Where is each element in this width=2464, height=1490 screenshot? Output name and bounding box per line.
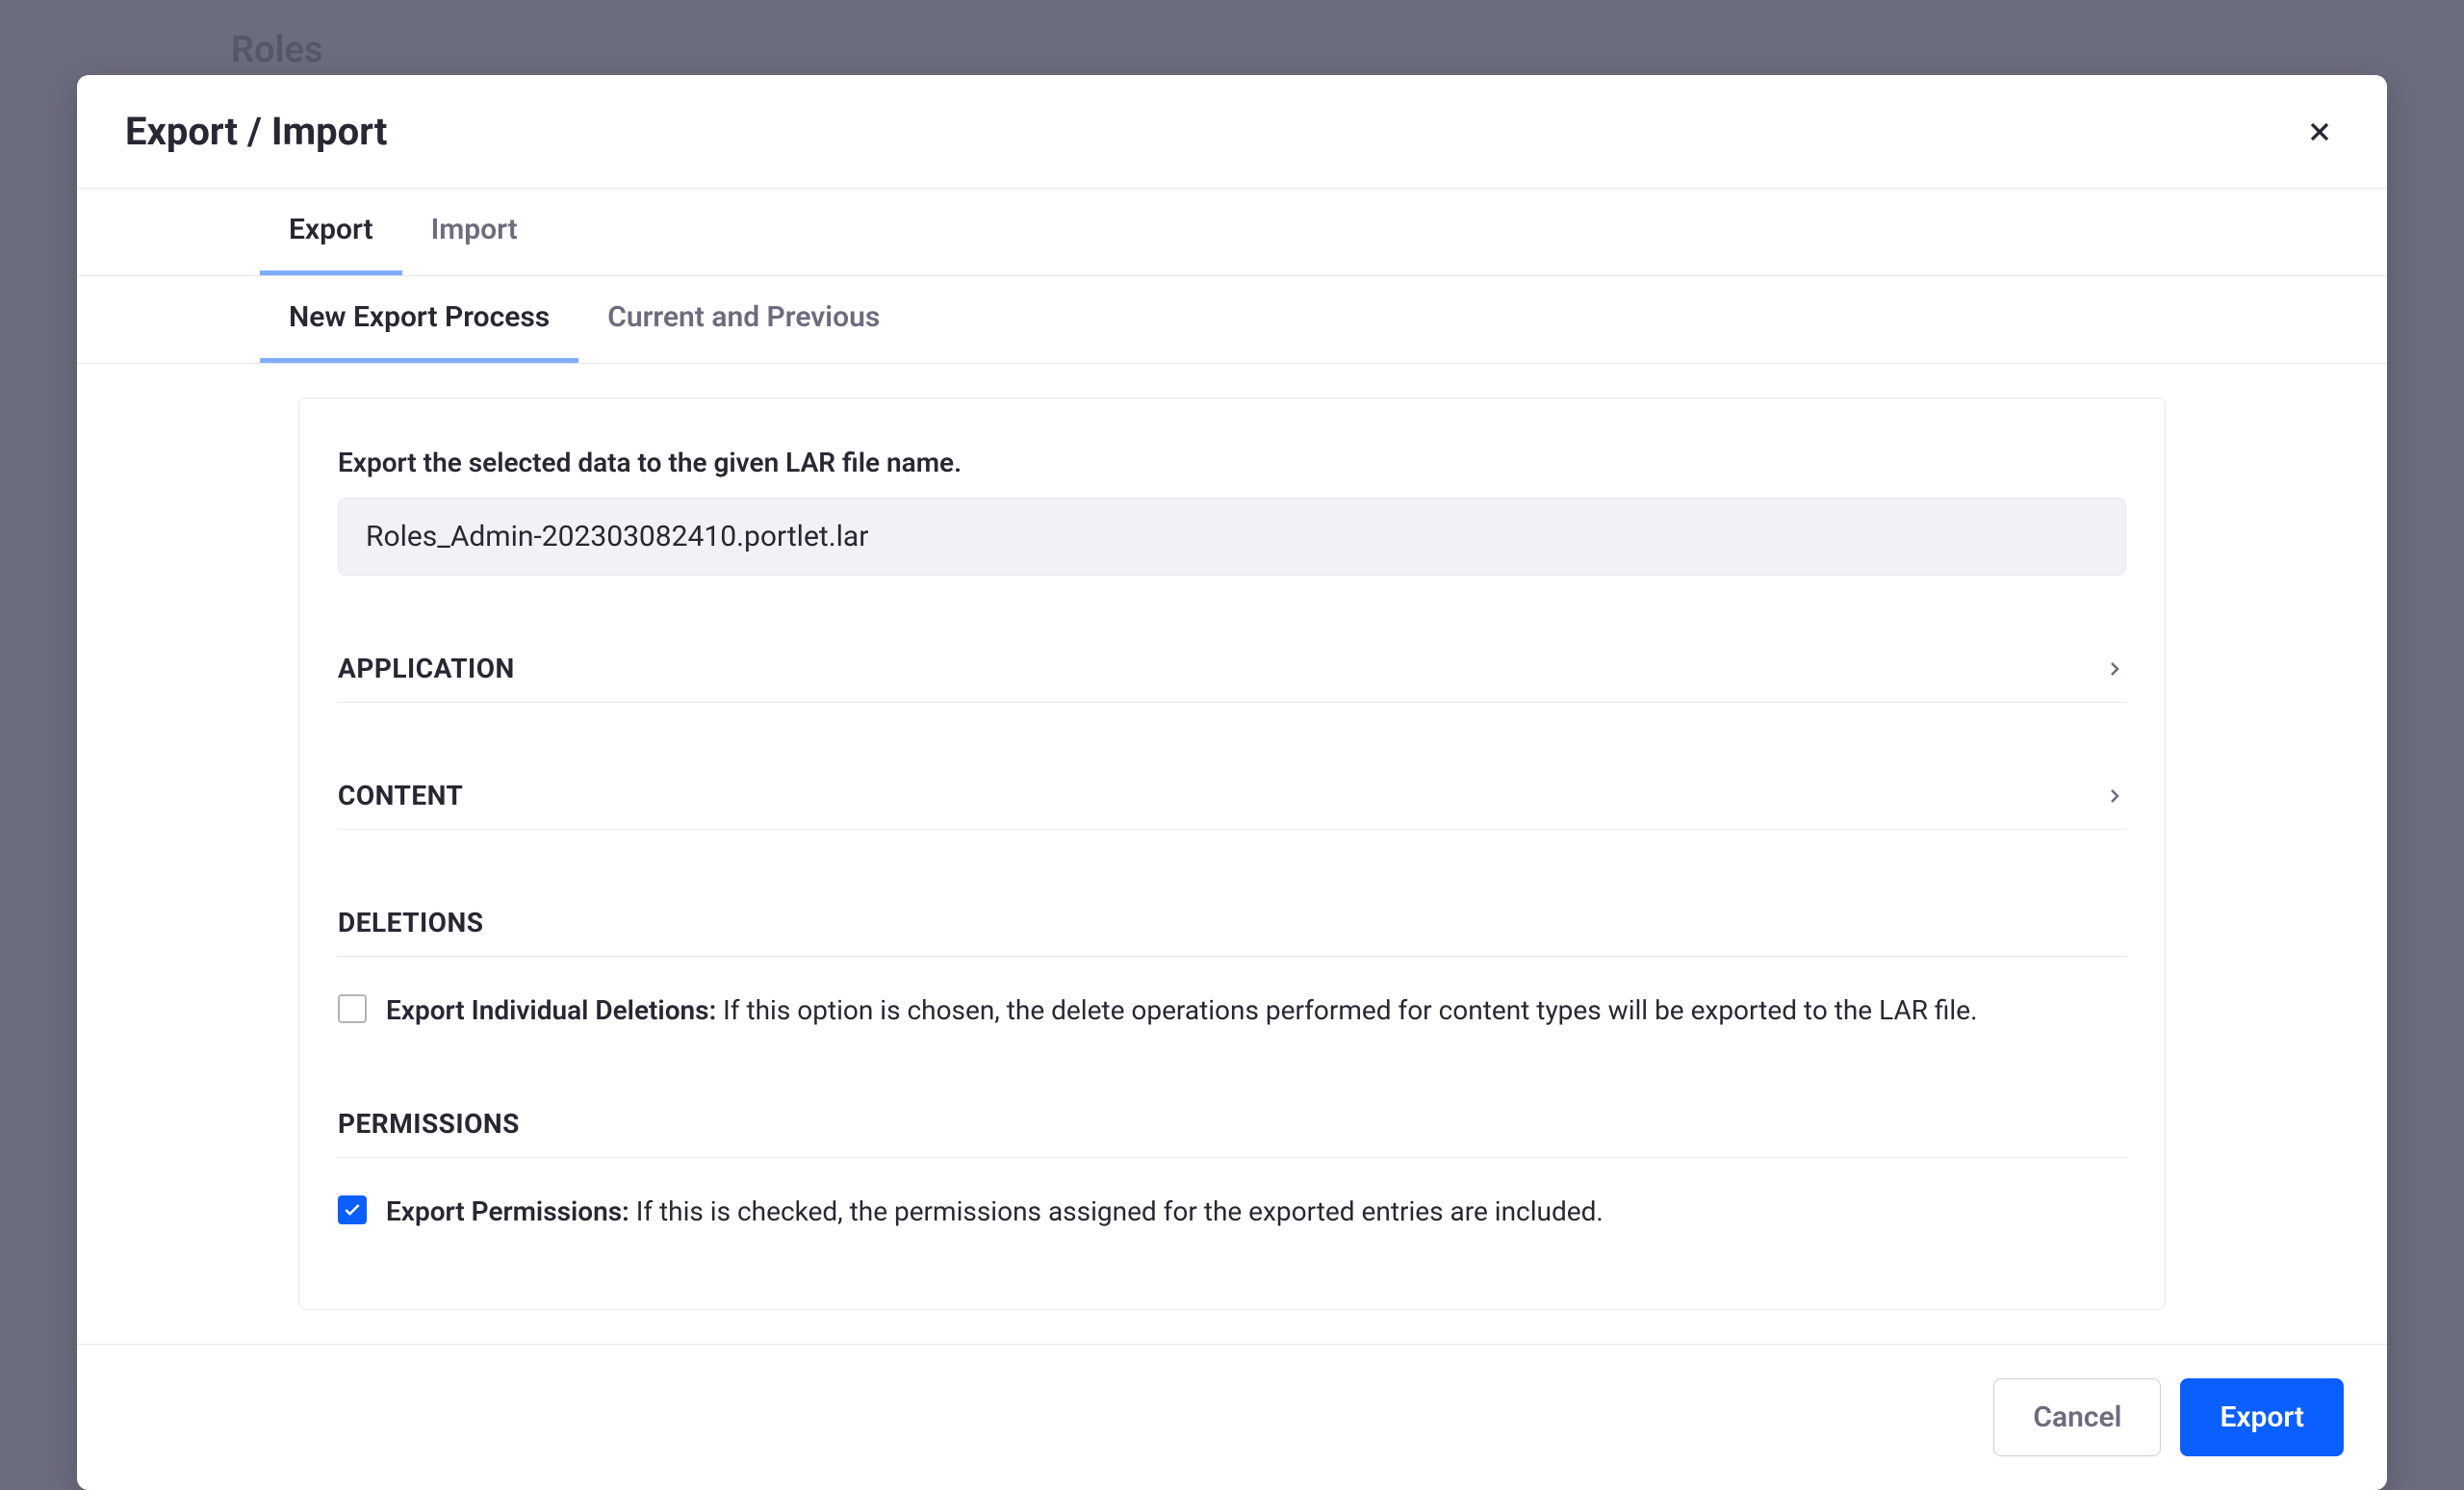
export-deletions-checkbox[interactable]	[338, 994, 367, 1023]
checkmark-icon	[343, 1200, 362, 1220]
chevron-right-icon	[2103, 784, 2126, 808]
tab-import[interactable]: Import	[402, 189, 547, 275]
section-content-header[interactable]: CONTENT	[338, 780, 2126, 830]
section-deletions-title: DELETIONS	[338, 907, 483, 938]
secondary-tabs: New Export Process Current and Previous	[77, 276, 2387, 364]
file-name-label: Export the selected data to the given LA…	[338, 447, 2126, 478]
modal-overlay: Export / Import Export Import New Export…	[0, 0, 2464, 1386]
export-permissions-label: Export Permissions: If this is checked, …	[386, 1192, 1604, 1232]
tab-export[interactable]: Export	[260, 189, 402, 275]
section-permissions-title: PERMISSIONS	[338, 1108, 520, 1140]
section-deletions-header: DELETIONS	[338, 907, 2126, 957]
section-application-header[interactable]: APPLICATION	[338, 653, 2126, 703]
section-permissions-header: PERMISSIONS	[338, 1108, 2126, 1158]
export-permissions-checkbox[interactable]	[338, 1195, 367, 1224]
export-import-modal: Export / Import Export Import New Export…	[77, 75, 2387, 1490]
tab-current-and-previous[interactable]: Current and Previous	[578, 276, 909, 363]
section-content-title: CONTENT	[338, 780, 463, 811]
cancel-button[interactable]: Cancel	[1993, 1378, 2161, 1456]
modal-title: Export / Import	[125, 109, 387, 154]
file-name-input[interactable]	[338, 498, 2126, 576]
export-button[interactable]: Export	[2180, 1378, 2344, 1456]
section-application-title: APPLICATION	[338, 653, 515, 684]
chevron-right-icon	[2103, 657, 2126, 681]
tab-new-export-process[interactable]: New Export Process	[260, 276, 578, 363]
close-button[interactable]	[2300, 113, 2339, 151]
primary-tabs: Export Import	[77, 189, 2387, 276]
export-deletions-label: Export Individual Deletions: If this opt…	[386, 990, 1977, 1031]
close-icon	[2304, 116, 2335, 147]
